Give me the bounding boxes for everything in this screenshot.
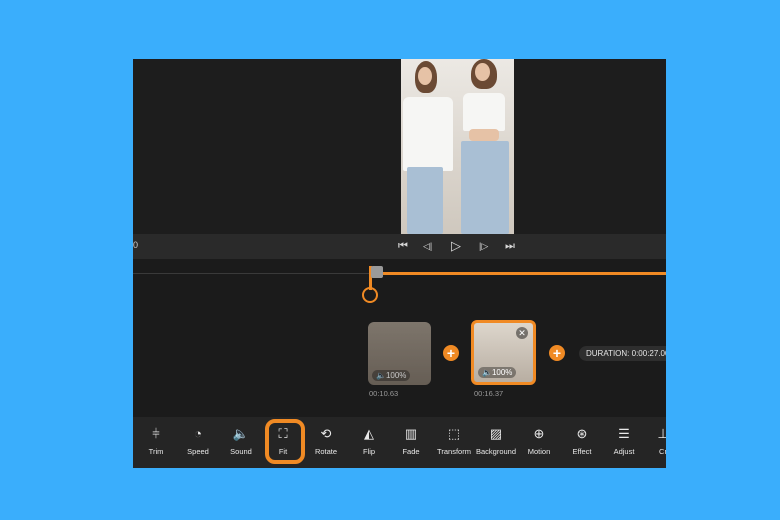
- clip-2-duration: 00:16.37: [474, 389, 504, 398]
- motion-icon: ⊕: [533, 426, 545, 441]
- tool-motion[interactable]: ⊕ Motion: [517, 426, 561, 456]
- video-preview[interactable]: [401, 59, 514, 234]
- tool-background[interactable]: ▨ Background: [474, 426, 518, 456]
- skip-to-end-icon[interactable]: ⏭: [505, 238, 515, 254]
- sound-icon: 🔈: [232, 426, 250, 441]
- tool-trim[interactable]: ⫩ Trim: [134, 426, 178, 456]
- add-clip-button[interactable]: +: [549, 345, 565, 361]
- prev-frame-icon[interactable]: ◁|: [423, 238, 432, 254]
- clip-1[interactable]: 🔈100%: [368, 322, 431, 385]
- tool-transform[interactable]: ⬚ Transform: [432, 426, 476, 456]
- trash-icon[interactable]: ✕: [516, 327, 528, 339]
- clip-2-volume[interactable]: 🔈100%: [478, 367, 517, 378]
- tool-flip[interactable]: ◭ Flip: [347, 426, 391, 456]
- flip-icon: ◭: [364, 426, 374, 441]
- add-clip-button[interactable]: +: [443, 345, 459, 361]
- person-right: [457, 59, 514, 234]
- fade-icon: ▥: [404, 426, 418, 441]
- clip-1-duration: 00:10.63: [369, 389, 399, 398]
- tool-sound[interactable]: 🔈 Sound: [219, 426, 263, 456]
- speed-icon: ◔: [194, 426, 202, 441]
- timecode: 0: [133, 240, 139, 250]
- trim-icon: ⫩: [152, 426, 160, 441]
- crop-icon: ⊥: [657, 426, 666, 441]
- transform-icon: ⬚: [447, 426, 461, 441]
- preview-panel: [133, 59, 666, 234]
- timeline-progress[interactable]: [370, 272, 666, 275]
- skip-to-start-icon[interactable]: ⏮: [398, 238, 408, 254]
- tool-rotate[interactable]: ⟲ Rotate: [304, 426, 348, 456]
- tool-adjust[interactable]: ☰ Adjust: [602, 426, 646, 456]
- play-icon[interactable]: ▷: [451, 238, 461, 254]
- edit-toolbar: ⫩ Trim ◔ Speed 🔈 Sound ⛶ Fit ⟲ Rotate ◭ …: [133, 417, 666, 468]
- playhead-handle[interactable]: [371, 266, 383, 278]
- clip-2-selected[interactable]: ✕ 🔈100%: [471, 320, 536, 385]
- timeline: 🔈100% 00:10.63 + ✕ 🔈100% 00:16.37 + DURA…: [133, 259, 666, 417]
- fit-icon: ⛶: [278, 426, 288, 441]
- background-icon: ▨: [489, 426, 503, 441]
- adjust-icon: ☰: [618, 426, 630, 441]
- next-frame-icon[interactable]: |▷: [479, 238, 488, 254]
- tool-fit[interactable]: ⛶ Fit: [261, 426, 305, 456]
- total-duration: DURATION: 0:00:27.00: [579, 346, 666, 361]
- playhead-knob[interactable]: [362, 287, 378, 303]
- tool-effect[interactable]: ⊛ Effect: [560, 426, 604, 456]
- clip-1-volume[interactable]: 🔈100%: [372, 370, 411, 381]
- rotate-icon: ⟲: [320, 426, 332, 441]
- tool-speed[interactable]: ◔ Speed: [176, 426, 220, 456]
- video-editor: 0 ⏮ ◁| ▷ |▷ ⏭ 🔈100% 00:10.63 + ✕ 🔈100% 0…: [133, 59, 666, 468]
- person-left: [401, 59, 457, 234]
- tool-crop[interactable]: ⊥ Cr: [641, 426, 666, 456]
- tool-fade[interactable]: ▥ Fade: [389, 426, 433, 456]
- playback-controls: 0 ⏮ ◁| ▷ |▷ ⏭: [133, 234, 666, 259]
- effect-icon: ⊛: [576, 426, 588, 441]
